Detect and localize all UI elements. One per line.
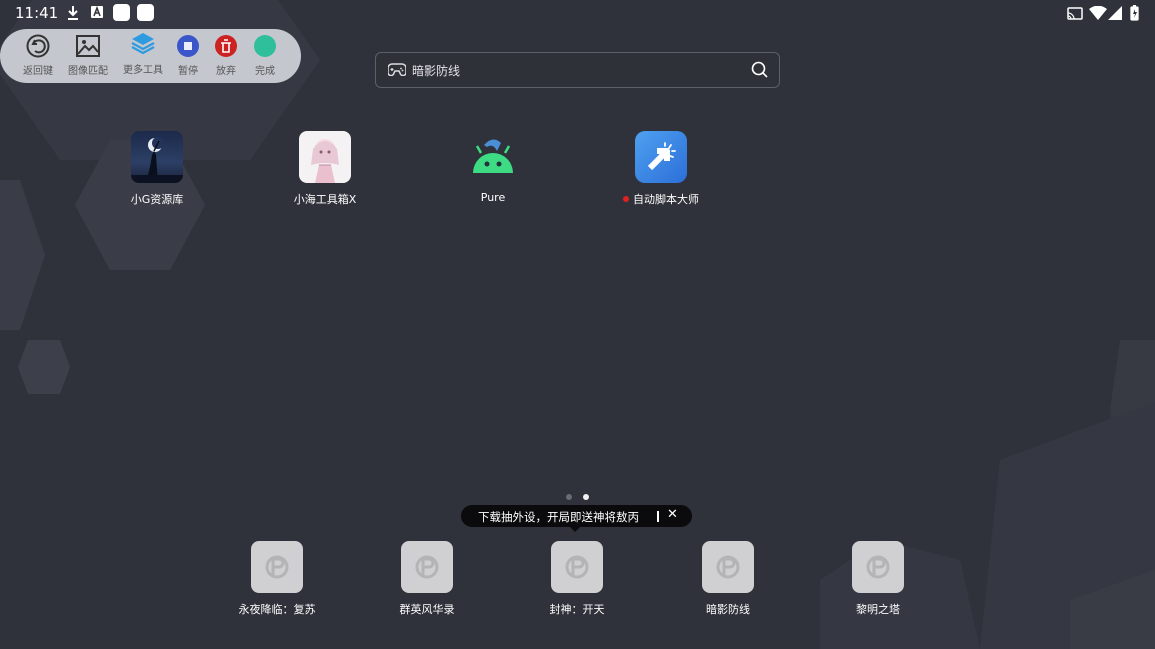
app-label: 小G资源库 bbox=[130, 193, 184, 206]
app-notification-icon bbox=[113, 4, 130, 21]
status-bar: 11:41 bbox=[0, 0, 1155, 26]
search-bar[interactable]: 暗影防线 bbox=[375, 52, 780, 88]
android-icon bbox=[467, 131, 519, 183]
image-match-icon bbox=[76, 35, 100, 57]
floating-toolbar: 返回键 图像匹配 更多工具 暂停 放弃 完成 bbox=[0, 29, 301, 83]
game-placeholder-icon bbox=[251, 541, 303, 593]
app-auto-script-master[interactable]: 自动脚本大师 bbox=[601, 131, 721, 207]
app-xiao-g-resources[interactable]: 小G资源库 bbox=[97, 131, 217, 207]
cast-icon bbox=[1067, 7, 1083, 20]
tool-label: 图像匹配 bbox=[68, 66, 108, 77]
layers-icon bbox=[131, 33, 155, 55]
app-xiaohai-toolbox[interactable]: 小海工具箱X bbox=[265, 131, 385, 207]
signal-icon bbox=[1108, 6, 1122, 20]
app-label: 小海工具箱X bbox=[293, 193, 357, 206]
game-placeholder-icon bbox=[702, 541, 754, 593]
page-indicator-1[interactable] bbox=[566, 494, 572, 500]
search-icon[interactable] bbox=[751, 61, 768, 78]
discard-icon bbox=[215, 35, 237, 57]
toast-divider bbox=[657, 511, 659, 522]
image-match-button[interactable]: 图像匹配 bbox=[63, 31, 113, 77]
back-key-icon bbox=[26, 34, 50, 58]
app-label: 黎明之塔 bbox=[856, 603, 900, 616]
dock-app-anying[interactable]: 暗影防线 bbox=[668, 541, 788, 617]
app-icon-anime-girl bbox=[299, 131, 351, 183]
close-icon[interactable]: ✕ bbox=[667, 507, 678, 522]
app-label: Pure bbox=[480, 191, 506, 204]
clock: 11:41 bbox=[15, 4, 59, 22]
dock-app-yongye[interactable]: 永夜降临：复苏 bbox=[217, 541, 337, 617]
pause-icon bbox=[177, 35, 199, 57]
new-indicator-dot bbox=[623, 196, 629, 202]
app-notification-icon bbox=[137, 4, 154, 21]
app-label: 封神：开天 bbox=[549, 603, 605, 616]
toast-text: 下载抽外设，开局即送神将敖丙 bbox=[478, 510, 639, 524]
tool-label: 完成 bbox=[255, 66, 275, 77]
toast-pointer bbox=[569, 526, 581, 532]
app-pure[interactable]: Pure bbox=[433, 131, 553, 204]
battery-charging-icon bbox=[1130, 5, 1139, 21]
app-icon-moon-silhouette bbox=[131, 131, 183, 183]
app-label: 永夜降临：复苏 bbox=[238, 603, 316, 616]
game-placeholder-icon bbox=[401, 541, 453, 593]
dock-app-fengshen[interactable]: 封神：开天 bbox=[517, 541, 637, 617]
gamepad-icon bbox=[388, 63, 406, 76]
game-placeholder-icon bbox=[551, 541, 603, 593]
back-key-button[interactable]: 返回键 bbox=[13, 31, 63, 77]
promo-toast[interactable]: 下载抽外设，开局即送神将敖丙 ✕ bbox=[461, 505, 692, 532]
app-label: 自动脚本大师 bbox=[633, 193, 699, 206]
app-label: 暗影防线 bbox=[706, 603, 750, 616]
download-icon bbox=[68, 6, 78, 20]
dock-app-liming[interactable]: 黎明之塔 bbox=[818, 541, 938, 617]
dock-app-qunying[interactable]: 群英风华录 bbox=[367, 541, 487, 617]
tool-label: 返回键 bbox=[23, 66, 53, 77]
more-tools-button[interactable]: 更多工具 bbox=[118, 31, 168, 76]
wifi-icon bbox=[1089, 6, 1107, 20]
page-indicator-2-active[interactable] bbox=[583, 494, 589, 500]
app-label: 群英风华录 bbox=[399, 603, 455, 616]
cursor-tap-icon bbox=[635, 131, 687, 183]
search-text: 暗影防线 bbox=[412, 64, 461, 78]
done-icon bbox=[254, 35, 276, 57]
a-badge-icon bbox=[91, 6, 103, 18]
done-button[interactable]: 完成 bbox=[240, 31, 290, 77]
tool-label: 更多工具 bbox=[123, 65, 163, 76]
game-placeholder-icon bbox=[852, 541, 904, 593]
